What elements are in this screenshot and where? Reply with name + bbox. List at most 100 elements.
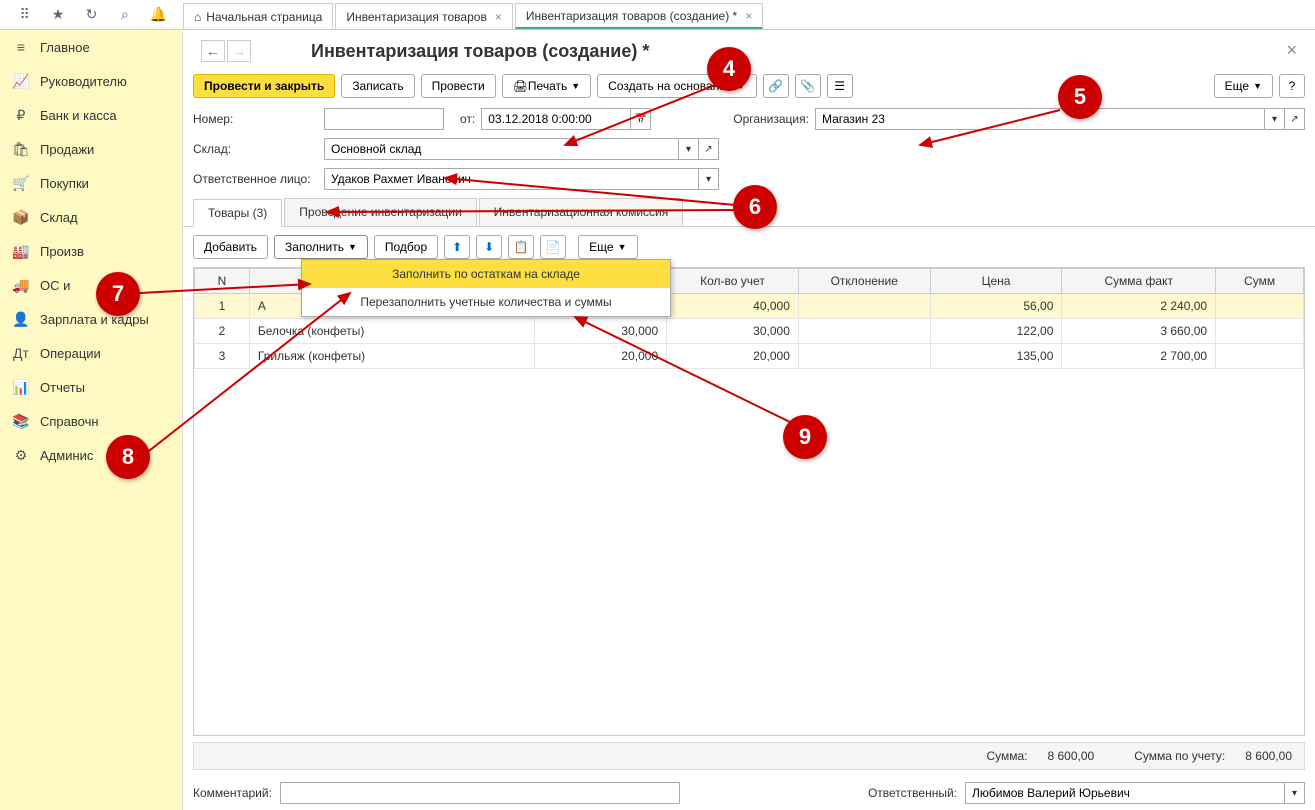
warehouse-dropdown-icon[interactable]: ▾ xyxy=(679,138,699,160)
post-close-button[interactable]: Провести и закрыть xyxy=(193,74,335,98)
org-label: Организация: xyxy=(733,112,809,126)
up-button[interactable]: ⬆ xyxy=(444,235,470,259)
write-button[interactable]: Записать xyxy=(341,74,414,98)
annotation-4: 4 xyxy=(707,47,751,91)
person-dropdown-icon[interactable]: ▾ xyxy=(699,168,719,190)
select-button[interactable]: Подбор xyxy=(374,235,438,259)
table-cell: 2 xyxy=(195,319,250,344)
warehouse-input[interactable] xyxy=(324,138,679,160)
table-cell xyxy=(1216,319,1304,344)
table-cell: 3 660,00 xyxy=(1062,319,1216,344)
attach-button[interactable]: 📎 xyxy=(795,74,821,98)
table-row[interactable]: 3Грильяж (конфеты)20,00020,000135,002 70… xyxy=(195,344,1304,369)
annotation-5: 5 xyxy=(1058,75,1102,119)
number-input[interactable] xyxy=(324,108,444,130)
close-page-button[interactable]: × xyxy=(1286,40,1297,61)
warehouse-label: Склад: xyxy=(193,142,318,156)
sidebar-item[interactable]: ₽Банк и касса xyxy=(0,98,182,132)
link-button[interactable]: 🔗 xyxy=(763,74,789,98)
sidebar-label: Склад xyxy=(40,210,78,225)
fill-by-stock-item[interactable]: Заполнить по остаткам на складе xyxy=(302,260,670,288)
apps-icon[interactable]: ⠿ xyxy=(15,5,35,25)
tab-label: Инвентаризация товаров (создание) * xyxy=(526,9,737,23)
down-button[interactable]: ⬇ xyxy=(476,235,502,259)
print-button[interactable]: 🖨 Печать ▼ xyxy=(502,74,591,98)
sidebar-item[interactable]: 📈 Руководителю xyxy=(0,64,182,98)
list-button[interactable]: ☰ xyxy=(827,74,853,98)
sidebar-label: Продажи xyxy=(40,142,94,157)
top-tab[interactable]: Инвентаризация товаров (создание) * × xyxy=(515,3,763,29)
close-icon[interactable]: × xyxy=(495,10,502,24)
paste-button[interactable]: 📄 xyxy=(540,235,566,259)
table-cell xyxy=(798,319,930,344)
more-button[interactable]: Еще ▼ xyxy=(1214,74,1273,98)
calendar-icon[interactable]: 📅 xyxy=(631,108,651,130)
sidebar-icon: 📈 xyxy=(12,72,30,90)
table-more-button[interactable]: Еще ▼ xyxy=(578,235,637,259)
date-input[interactable] xyxy=(481,108,631,130)
add-button[interactable]: Добавить xyxy=(193,235,268,259)
copy-button[interactable]: 📋 xyxy=(508,235,534,259)
bell-icon[interactable]: 🔔 xyxy=(148,5,168,25)
sidebar-item[interactable]: 🏭Произв xyxy=(0,234,182,268)
column-header[interactable]: Сумма факт xyxy=(1062,269,1216,294)
post-button[interactable]: Провести xyxy=(421,74,496,98)
sidebar-label: Админис xyxy=(40,448,93,463)
person-input[interactable] xyxy=(324,168,699,190)
column-header[interactable]: Цена xyxy=(930,269,1062,294)
comment-input[interactable] xyxy=(280,782,680,804)
number-label: Номер: xyxy=(193,112,318,126)
sidebar-item[interactable]: ≡Главное xyxy=(0,30,182,64)
org-dropdown-icon[interactable]: ▾ xyxy=(1265,108,1285,130)
org-open-icon[interactable]: ↗ xyxy=(1285,108,1305,130)
history-icon[interactable]: ↻ xyxy=(81,5,101,25)
table-cell: 56,00 xyxy=(930,294,1062,319)
top-tab[interactable]: Инвентаризация товаров× xyxy=(335,3,512,29)
warehouse-open-icon[interactable]: ↗ xyxy=(699,138,719,160)
sidebar-item[interactable]: 📚Справочн xyxy=(0,404,182,438)
annotation-9: 9 xyxy=(783,415,827,459)
table-cell xyxy=(798,344,930,369)
content-tab[interactable]: Инвентаризационная комиссия xyxy=(479,198,684,226)
search-icon[interactable]: ⌕ xyxy=(115,5,135,25)
table-cell: 3 xyxy=(195,344,250,369)
table-row[interactable]: 2Белочка (конфеты)30,00030,000122,003 66… xyxy=(195,319,1304,344)
top-tab[interactable]: ⌂Начальная страница xyxy=(183,3,333,29)
table-cell xyxy=(1216,294,1304,319)
table-cell: Белочка (конфеты) xyxy=(249,319,534,344)
column-header[interactable]: N xyxy=(195,269,250,294)
column-header[interactable]: Сумм xyxy=(1216,269,1304,294)
top-toolbar: ⠿ ★ ↻ ⌕ 🔔 ⌂Начальная страницаИнвентариза… xyxy=(0,0,1315,30)
sidebar-item[interactable]: 🛒Покупки xyxy=(0,166,182,200)
star-icon[interactable]: ★ xyxy=(48,5,68,25)
page-title: Инвентаризация товаров (создание) * xyxy=(311,41,649,62)
help-button[interactable]: ? xyxy=(1279,74,1305,98)
close-icon[interactable]: × xyxy=(745,9,752,23)
sidebar-item[interactable]: ⚙Админис xyxy=(0,438,182,472)
sidebar-item[interactable]: 📦Склад xyxy=(0,200,182,234)
table-cell xyxy=(798,294,930,319)
sidebar-icon: 📚 xyxy=(12,412,30,430)
sidebar-label: Банк и касса xyxy=(40,108,117,123)
totals-bar: Сумма: 8 600,00 Сумма по учету: 8 600,00 xyxy=(193,742,1305,770)
sidebar-item[interactable]: ДтОперации xyxy=(0,336,182,370)
content-tab[interactable]: Проведение инвентаризации xyxy=(284,198,476,226)
sidebar-item[interactable]: 📊Отчеты xyxy=(0,370,182,404)
sidebar-label: Руководителю xyxy=(40,74,127,89)
fill-button[interactable]: Заполнить ▼ xyxy=(274,235,368,259)
forward-button[interactable]: → xyxy=(227,40,251,62)
sidebar-item[interactable]: 🚚ОС и xyxy=(0,268,182,302)
annotation-7: 7 xyxy=(96,272,140,316)
org-input[interactable] xyxy=(815,108,1265,130)
sidebar-item[interactable]: 👤Зарплата и кадры xyxy=(0,302,182,336)
back-button[interactable]: ← xyxy=(201,40,225,62)
sidebar-label: Главное xyxy=(40,40,90,55)
column-header[interactable]: Отклонение xyxy=(798,269,930,294)
content-tab[interactable]: Товары (3) xyxy=(193,199,282,227)
table-cell: 30,000 xyxy=(535,319,667,344)
responsible-input[interactable] xyxy=(965,782,1285,804)
column-header[interactable]: Кол-во учет xyxy=(667,269,799,294)
responsible-dropdown-icon[interactable]: ▾ xyxy=(1285,782,1305,804)
sidebar-item[interactable]: 🛍Продажи xyxy=(0,132,182,166)
refill-qty-item[interactable]: Перезаполнить учетные количества и суммы xyxy=(302,288,670,316)
